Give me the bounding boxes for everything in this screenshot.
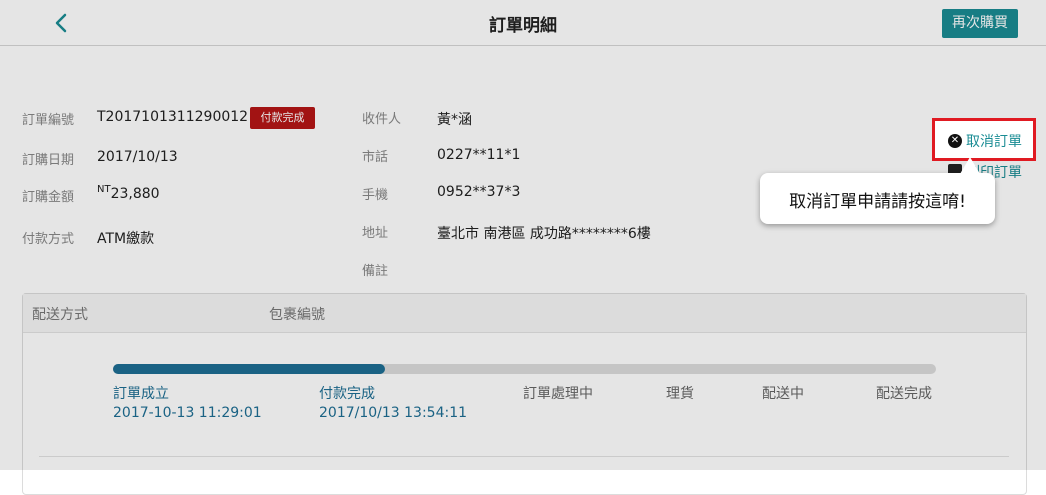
step-shipping: 配送中: [762, 386, 804, 402]
amount-value: 23,880: [110, 186, 160, 202]
shipping-panel: 配送方式 包裹編號 訂單成立 付款完成 訂單處理中 理貨 配送中 配送完成 20…: [22, 293, 1027, 495]
mobile-value: 0952**37*3: [437, 184, 521, 200]
order-amount-label: 訂購金額: [22, 190, 75, 205]
panel-divider: [39, 456, 1009, 457]
note-label: 備註: [362, 264, 389, 279]
step-payment-complete: 付款完成: [319, 386, 375, 402]
mobile-label: 手機: [362, 188, 389, 203]
address-label: 地址: [362, 226, 389, 241]
step-order-created: 訂單成立: [113, 386, 169, 402]
cancel-order-label: 取消訂單: [966, 134, 1022, 150]
recipient-name-label: 收件人: [362, 112, 402, 127]
cancel-hint-tooltip: 取消訂單申請請按這唷!: [760, 173, 995, 224]
address-value: 臺北市 南港區 成功路********6樓: [437, 226, 651, 242]
rebuy-button[interactable]: 再次購買: [942, 9, 1018, 38]
step-payment-complete-date: 2017/10/13 13:54:11: [319, 405, 468, 421]
phone-label: 市話: [362, 150, 389, 165]
tooltip-pointer: [960, 157, 980, 174]
step-processing: 訂單處理中: [523, 386, 593, 402]
phone-value: 0227**11*1: [437, 147, 521, 163]
step-order-created-date: 2017-10-13 11:29:01: [113, 405, 262, 421]
order-number-label: 訂單編號: [22, 113, 75, 128]
step-delivered: 配送完成: [876, 386, 932, 402]
page-header: 訂單明細 再次購買: [0, 0, 1046, 46]
order-amount: NT23,880: [97, 184, 160, 202]
shipping-method-label: 配送方式: [32, 307, 88, 323]
order-number: T2017101311290012: [97, 109, 249, 125]
payment-status-badge: 付款完成: [250, 107, 315, 129]
shipping-panel-header: 配送方式 包裹編號: [23, 294, 1026, 333]
cancel-order-button[interactable]: ✕ 取消訂單: [932, 118, 1036, 161]
order-date-label: 訂購日期: [22, 153, 75, 168]
currency-code: NT: [97, 184, 111, 195]
progress-track: [113, 364, 936, 374]
package-number-label: 包裹編號: [269, 307, 325, 323]
recipient-name: 黃*涵: [437, 112, 472, 128]
tooltip-text: 取消訂單申請請按這唷!: [789, 192, 966, 212]
step-picking: 理貨: [666, 386, 694, 402]
payment-method: ATM繳款: [97, 231, 155, 247]
page-title: 訂單明細: [489, 16, 557, 36]
close-circle-icon: ✕: [948, 134, 962, 148]
order-date: 2017/10/13: [97, 149, 178, 165]
progress-fill: [113, 364, 385, 374]
payment-method-label: 付款方式: [22, 232, 75, 247]
